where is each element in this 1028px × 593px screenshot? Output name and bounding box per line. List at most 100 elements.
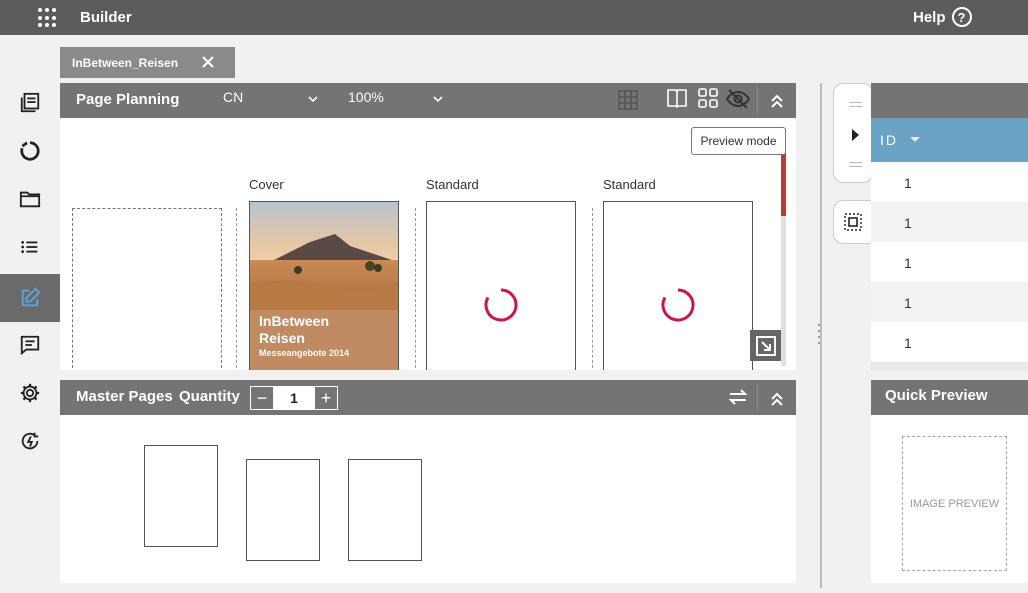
quantity-increment-button[interactable]: +: [315, 387, 337, 409]
loading-spinner-icon: [484, 288, 518, 322]
master-page-thumbnail[interactable]: [144, 445, 218, 547]
table-row[interactable]: 1: [871, 242, 1028, 282]
grid-view-icon[interactable]: [616, 88, 640, 112]
sidebar-item-edit[interactable]: [0, 274, 60, 322]
id-cell: 1: [904, 255, 912, 271]
id-cell: 1: [904, 175, 912, 191]
drag-line: [849, 166, 862, 167]
gear-icon: [20, 383, 40, 403]
id-cell: 1: [904, 295, 912, 311]
table-toolbar: [871, 83, 1028, 118]
drag-line: [849, 106, 862, 107]
page-label-standard: Standard: [426, 177, 479, 192]
cover-subtitle: Messeangebote 2014: [259, 348, 350, 358]
left-sidebar: [0, 35, 60, 593]
help-icon: ?: [951, 7, 972, 27]
library-icon: [20, 92, 40, 113]
help-label: Help: [913, 8, 946, 26]
page-label-standard: Standard: [603, 177, 656, 192]
resize-handle[interactable]: [817, 320, 821, 350]
right-tool-pill: [833, 83, 873, 183]
sync-icon: [21, 432, 39, 450]
close-icon[interactable]: [200, 54, 216, 70]
eye-off-icon[interactable]: [726, 87, 750, 111]
id-column-header[interactable]: ID: [871, 118, 1028, 162]
standard-page[interactable]: [426, 201, 576, 370]
sidebar-item-folder[interactable]: [0, 175, 60, 223]
comment-icon: [20, 335, 40, 356]
preview-mode-tooltip: Preview mode: [691, 127, 786, 155]
app-title: Builder: [80, 9, 132, 26]
page-planning-header: Page Planning CN 100%: [60, 83, 796, 118]
drag-line: [849, 162, 862, 163]
empty-page-slot[interactable]: [72, 208, 222, 370]
swap-icon[interactable]: [726, 385, 750, 409]
thumbnails-icon[interactable]: [696, 86, 720, 110]
quick-preview-panel: IMAGE PREVIEW: [871, 415, 1028, 583]
master-page-thumbnail[interactable]: [246, 459, 320, 561]
quantity-label: Quantity: [179, 388, 240, 405]
sidebar-item-list[interactable]: [0, 223, 60, 271]
sort-desc-icon: [910, 137, 920, 142]
collapse-up-icon[interactable]: [765, 89, 789, 113]
sidebar-item-workflow[interactable]: [0, 127, 60, 175]
sidebar-item-sync[interactable]: [0, 417, 60, 465]
circle-icon: [20, 141, 40, 161]
help-button[interactable]: Help ?: [913, 7, 972, 27]
quantity-decrement-button[interactable]: −: [251, 387, 273, 409]
frame-select-icon: [844, 213, 862, 231]
apps-grid-icon[interactable]: [38, 8, 58, 28]
top-bar: Builder Help ?: [0, 0, 1028, 35]
id-cell: 1: [904, 335, 912, 351]
table-row[interactable]: 1: [871, 202, 1028, 242]
image-preview-placeholder: IMAGE PREVIEW: [902, 436, 1007, 571]
zoom-value: 100%: [348, 89, 384, 105]
list-icon: [21, 241, 38, 253]
id-cell: 1: [904, 215, 912, 231]
vertical-scrollbar[interactable]: [781, 138, 786, 366]
id-column-label: ID: [880, 132, 898, 148]
master-pages-canvas: [60, 415, 796, 583]
standard-page[interactable]: [603, 201, 753, 370]
sidebar-item-comments[interactable]: [0, 321, 60, 369]
document-tab[interactable]: InBetween_Reisen: [60, 47, 235, 78]
edit-icon: [21, 287, 41, 307]
header-separator: [757, 87, 758, 114]
sidebar-item-settings[interactable]: [0, 369, 60, 417]
sidebar-item-library[interactable]: [0, 79, 60, 127]
page-planning-canvas: Cover InBetween Reisen Messeangebote 2014…: [60, 118, 796, 370]
zoom-select[interactable]: 100%: [348, 89, 448, 105]
language-select[interactable]: CN: [223, 89, 323, 105]
collapse-up-icon[interactable]: [765, 387, 789, 411]
folder-icon: [19, 191, 41, 208]
quick-preview-title: Quick Preview: [885, 387, 988, 404]
page-label-cover: Cover: [249, 177, 284, 192]
quantity-stepper: − 1 +: [250, 386, 338, 410]
page-planning-title: Page Planning: [76, 91, 180, 108]
master-pages-header: Master Pages Quantity − 1 +: [60, 380, 796, 415]
expand-corner-icon: [755, 335, 776, 356]
master-pages-title: Master Pages: [76, 388, 173, 405]
quick-preview-header: Quick Preview: [871, 380, 1028, 415]
chevron-down-icon: [308, 96, 318, 103]
cover-title: InBetween Reisen: [259, 313, 330, 346]
chevron-down-icon: [433, 96, 443, 103]
header-separator: [757, 384, 758, 411]
loading-spinner-icon: [661, 288, 695, 322]
table-row[interactable]: 1: [871, 322, 1028, 362]
document-tab-label: InBetween_Reisen: [72, 55, 179, 70]
table-row[interactable]: 1: [871, 282, 1028, 322]
page-separator: [415, 208, 416, 370]
cover-page[interactable]: InBetween Reisen Messeangebote 2014: [249, 201, 399, 370]
expand-right-icon[interactable]: [852, 129, 859, 141]
spread-view-icon[interactable]: [665, 86, 689, 110]
page-separator: [236, 208, 237, 370]
drag-line: [849, 102, 862, 103]
master-page-thumbnail[interactable]: [348, 459, 422, 561]
table-scroll-track[interactable]: [871, 362, 1028, 370]
preview-mode-button[interactable]: [750, 330, 781, 361]
table-row[interactable]: 1: [871, 162, 1028, 202]
quantity-value[interactable]: 1: [273, 390, 315, 406]
frame-select-button[interactable]: [833, 200, 873, 244]
language-value: CN: [223, 89, 244, 105]
